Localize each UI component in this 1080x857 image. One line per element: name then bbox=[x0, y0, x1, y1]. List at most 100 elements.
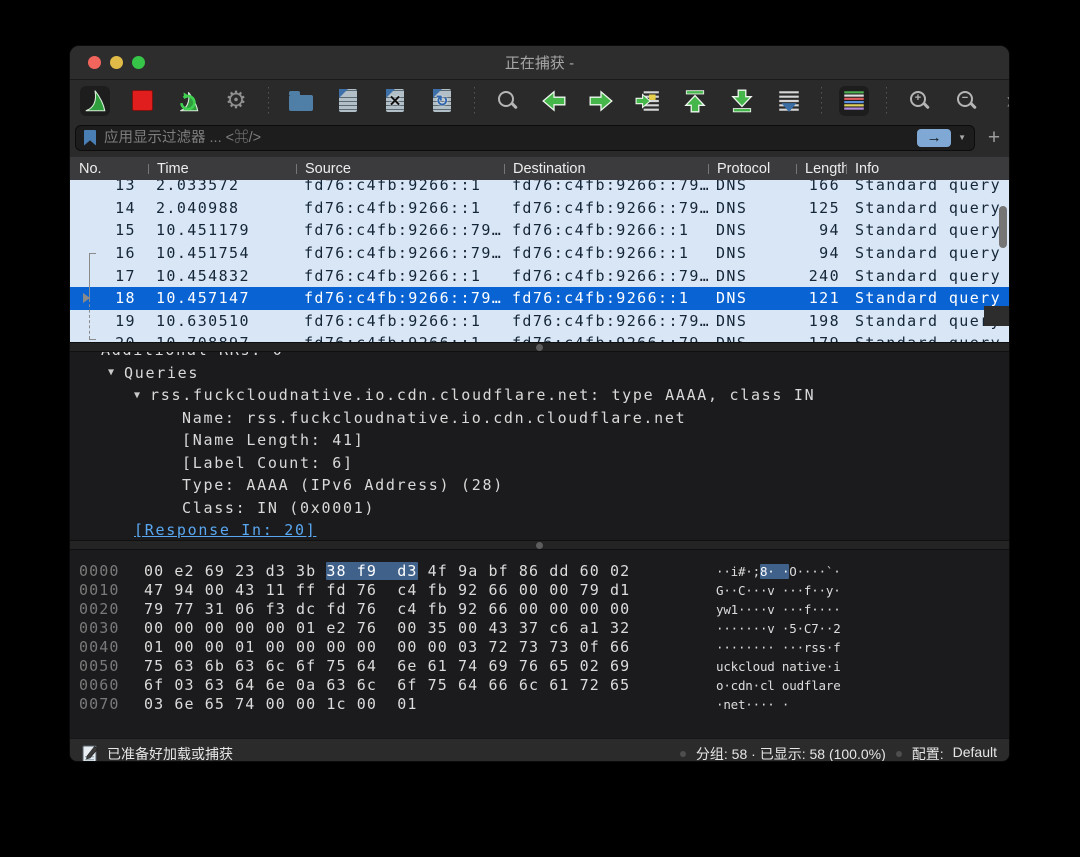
wireshark-window: 正在捕获 - ⚙ ✕ ↻ bbox=[69, 45, 1010, 762]
detail-tree-line[interactable]: Name: rss.fuckcloudnative.io.cdn.cloudfl… bbox=[70, 407, 1009, 430]
cell-src: fd76:c4fb:9266::1 bbox=[296, 199, 504, 217]
display-filter-input[interactable] bbox=[102, 129, 917, 147]
cell-info: Standard query bbox=[846, 289, 1009, 307]
cell-src: fd76:c4fb:9266::1 bbox=[296, 334, 504, 342]
packet-row-19[interactable]: 1910.630510fd76:c4fb:9266::1fd76:c4fb:92… bbox=[70, 310, 1009, 333]
column-header-destination[interactable]: Destination bbox=[504, 161, 708, 177]
find-packet-button[interactable] bbox=[492, 86, 522, 116]
cell-time: 2.033572 bbox=[148, 180, 296, 194]
column-header-source[interactable]: Source bbox=[296, 161, 504, 177]
pane-splitter-top[interactable] bbox=[70, 342, 1009, 352]
detail-tree-line[interactable]: [Name Length: 41] bbox=[70, 429, 1009, 452]
packet-row-18[interactable]: 1810.457147fd76:c4fb:9266::79…fd76:c4fb:… bbox=[70, 287, 1009, 310]
expander-triangle-icon[interactable]: ▼ bbox=[134, 390, 140, 401]
open-file-button[interactable] bbox=[286, 86, 316, 116]
colorize-packets-button[interactable] bbox=[839, 86, 869, 116]
cell-info: Standard query bbox=[846, 244, 1009, 262]
cell-len: 198 bbox=[796, 312, 846, 330]
filter-dropdown-caret-icon[interactable]: ▼ bbox=[958, 133, 966, 142]
hex-bytes: 00 00 00 00 00 01 e2 76 00 35 00 43 37 c… bbox=[144, 619, 630, 637]
ascii-bytes: ········ ···rss·f bbox=[716, 640, 841, 655]
filter-input-box[interactable]: → ▼ bbox=[75, 125, 975, 151]
hex-bytes: 00 e2 69 23 d3 3b 38 f9 d3 4f 9a bf 86 d… bbox=[144, 562, 630, 580]
column-header-no[interactable]: No. bbox=[70, 161, 148, 177]
cell-dst: fd76:c4fb:9266::79… bbox=[504, 180, 708, 194]
cell-len: 121 bbox=[796, 289, 846, 307]
reload-document-icon: ↻ bbox=[433, 89, 451, 112]
profile-label: 配置: bbox=[912, 744, 944, 763]
stop-capture-button[interactable] bbox=[127, 86, 157, 116]
window-title: 正在捕获 - bbox=[70, 52, 1009, 73]
detail-tree-line[interactable]: Class: IN (0x0001) bbox=[70, 497, 1009, 520]
column-header-info[interactable]: Info bbox=[846, 161, 1009, 177]
close-document-icon: ✕ bbox=[386, 89, 404, 112]
detail-text: Class: IN (0x0001) bbox=[182, 499, 375, 517]
cell-proto: DNS bbox=[708, 334, 796, 342]
profile-value[interactable]: Default bbox=[953, 744, 997, 763]
response-in-link[interactable]: [Response In: 20] bbox=[134, 521, 316, 539]
cell-info: Standard query r bbox=[846, 334, 1009, 342]
detail-tree-line[interactable]: [Response In: 20] bbox=[70, 519, 1009, 540]
packet-row-16[interactable]: 1610.451754fd76:c4fb:9266::79…fd76:c4fb:… bbox=[70, 242, 1009, 265]
first-packet-button[interactable] bbox=[680, 86, 710, 116]
packet-row-15[interactable]: 1510.451179fd76:c4fb:9266::79…fd76:c4fb:… bbox=[70, 219, 1009, 242]
next-packet-button[interactable] bbox=[586, 86, 616, 116]
column-header-time[interactable]: Time bbox=[148, 161, 296, 177]
detail-tree-line[interactable]: ▼rss.fuckcloudnative.io.cdn.cloudflare.n… bbox=[70, 384, 1009, 407]
pane-splitter-bottom[interactable] bbox=[70, 540, 1009, 550]
toolbar-overflow-button[interactable]: » bbox=[998, 86, 1010, 116]
expander-triangle-icon[interactable]: ▼ bbox=[108, 367, 114, 378]
cell-info: Standard query bbox=[846, 267, 1009, 285]
expert-info-notepad-icon[interactable] bbox=[82, 744, 99, 763]
packet-row-13[interactable]: 132.033572fd76:c4fb:9266::1fd76:c4fb:926… bbox=[70, 180, 1009, 197]
ascii-bytes: uckcloud native·i bbox=[716, 659, 841, 674]
bookmark-icon[interactable] bbox=[84, 130, 96, 146]
hex-dump-line-0000[interactable]: 000000 e2 69 23 d3 3b 38 f9 d3 4f 9a bf … bbox=[70, 562, 1009, 581]
start-capture-button[interactable] bbox=[80, 86, 110, 116]
cell-src: fd76:c4fb:9266::1 bbox=[296, 267, 504, 285]
splitter-handle-icon bbox=[536, 542, 543, 549]
last-packet-button[interactable] bbox=[727, 86, 757, 116]
auto-scroll-button[interactable] bbox=[774, 86, 804, 116]
toolbar-separator bbox=[268, 87, 269, 115]
hex-dump-line-0050[interactable]: 005075 63 6b 63 6c 6f 75 64 6e 61 74 69 … bbox=[70, 657, 1009, 676]
column-header-length[interactable]: Length bbox=[796, 161, 846, 177]
packet-row-20[interactable]: 2010.708897fd76:c4fb:9266::1fd76:c4fb:92… bbox=[70, 332, 1009, 342]
packet-row-17[interactable]: 1710.454832fd76:c4fb:9266::1fd76:c4fb:92… bbox=[70, 264, 1009, 287]
detail-tree-line[interactable]: [Label Count: 6] bbox=[70, 452, 1009, 475]
detail-tree-line[interactable]: ▼Queries bbox=[70, 362, 1009, 385]
save-file-button[interactable] bbox=[333, 86, 363, 116]
close-file-button[interactable]: ✕ bbox=[380, 86, 410, 116]
packet-list-scrollbar-thumb[interactable] bbox=[999, 206, 1007, 248]
go-to-packet-button[interactable] bbox=[633, 86, 663, 116]
cell-dst: fd76:c4fb:9266::1 bbox=[504, 289, 708, 307]
cell-no: 16 bbox=[70, 244, 148, 262]
apply-filter-button[interactable]: → bbox=[917, 129, 951, 147]
hex-dump-line-0020[interactable]: 002079 77 31 06 f3 dc fd 76 c4 fb 92 66 … bbox=[70, 600, 1009, 619]
capture-options-button[interactable]: ⚙ bbox=[221, 86, 251, 116]
previous-packet-button[interactable] bbox=[539, 86, 569, 116]
restart-capture-button[interactable] bbox=[174, 86, 204, 116]
zoom-in-button[interactable]: + bbox=[904, 86, 934, 116]
add-filter-button[interactable]: + bbox=[985, 127, 1003, 148]
cell-len: 166 bbox=[796, 180, 846, 194]
detail-tree-line[interactable]: Additional RRs: 0 bbox=[70, 352, 1009, 362]
detail-tree-line[interactable]: Type: AAAA (IPv6 Address) (28) bbox=[70, 474, 1009, 497]
cell-no: 18 bbox=[70, 289, 148, 307]
hex-offset: 0050 bbox=[79, 657, 120, 675]
zoom-in-magnifier-icon: + bbox=[908, 90, 930, 112]
packet-row-14[interactable]: 142.040988fd76:c4fb:9266::1fd76:c4fb:926… bbox=[70, 197, 1009, 220]
zoom-out-button[interactable]: − bbox=[951, 86, 981, 116]
packet-counts-text: 分组: 58 · 已显示: 58 (100.0%) bbox=[696, 744, 886, 763]
hex-dump-line-0010[interactable]: 001047 94 00 43 11 ff fd 76 c4 fb 92 66 … bbox=[70, 581, 1009, 600]
cell-src: fd76:c4fb:9266::1 bbox=[296, 180, 504, 194]
hex-dump-line-0070[interactable]: 007003 6e 65 74 00 00 1c 00 01·net···· · bbox=[70, 695, 1009, 714]
reload-file-button[interactable]: ↻ bbox=[427, 86, 457, 116]
cell-time: 10.630510 bbox=[148, 312, 296, 330]
shark-fin-icon bbox=[82, 88, 108, 114]
hex-dump-line-0060[interactable]: 00606f 03 63 64 6e 0a 63 6c 6f 75 64 66 … bbox=[70, 676, 1009, 695]
cell-proto: DNS bbox=[708, 267, 796, 285]
hex-dump-line-0030[interactable]: 003000 00 00 00 00 01 e2 76 00 35 00 43 … bbox=[70, 619, 1009, 638]
hex-dump-line-0040[interactable]: 004001 00 00 01 00 00 00 00 00 00 03 72 … bbox=[70, 638, 1009, 657]
column-header-protocol[interactable]: Protocol bbox=[708, 161, 796, 177]
